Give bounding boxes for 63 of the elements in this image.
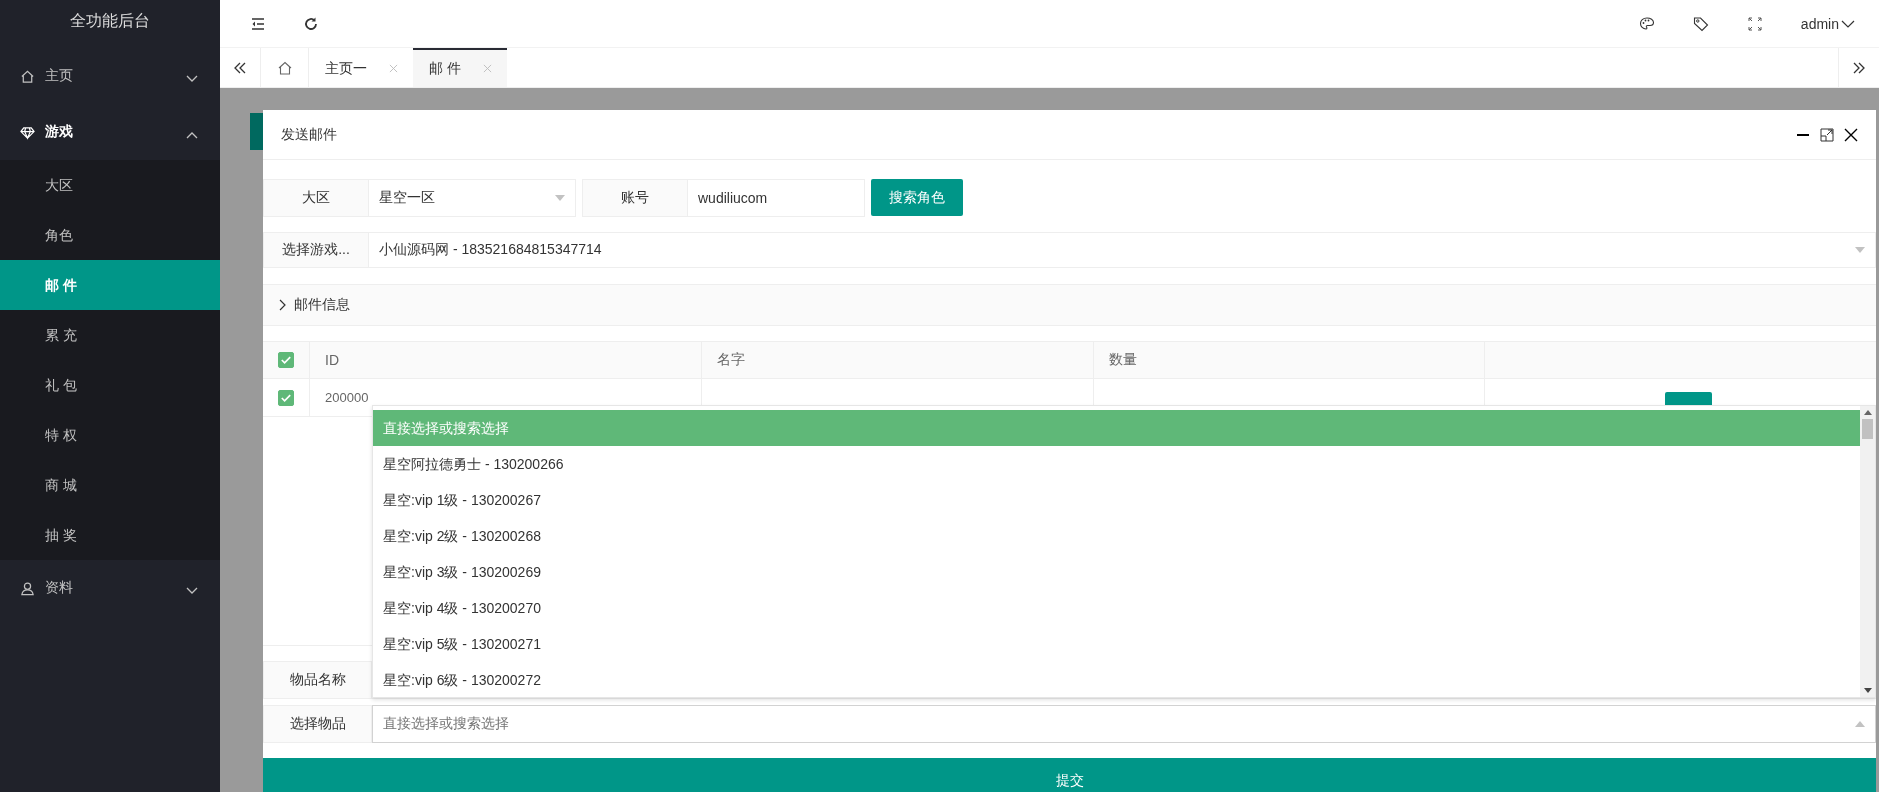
search-role-button[interactable]: 搜索角色 [871,179,963,216]
submenu-item[interactable]: 特 权 [0,410,220,460]
menu-label: 主页 [45,67,74,85]
home-icon [20,68,35,84]
caret-up-icon [1855,721,1865,727]
column-header: 数量 [1093,342,1486,378]
submenu-item[interactable]: 礼 包 [0,360,220,410]
menu-item[interactable]: 主页 [0,48,220,104]
submenu-item[interactable]: 大区 [0,160,220,210]
menu-label: 游戏 [45,123,74,141]
submenu-item[interactable]: 累 充 [0,310,220,360]
menu-item[interactable]: 游戏 [0,104,220,160]
row-checkbox[interactable] [278,389,294,406]
row-action-button[interactable] [1664,392,1712,406]
field-label: 账号 [582,179,688,217]
page-tab[interactable]: 主页一 [309,48,413,87]
item-select[interactable]: 直接选择或搜索选择 [372,705,1876,743]
caret-down-icon [555,195,565,201]
select-all-checkbox[interactable] [278,352,294,368]
scrollbar[interactable] [1860,406,1875,697]
field-label: 物品名称 [263,661,372,699]
submenu-item[interactable]: 抽 奖 [0,510,220,560]
close-icon[interactable] [1844,127,1858,142]
user-icon [20,580,35,596]
submenu-item[interactable]: 角色 [0,210,220,260]
submenu-item[interactable]: 商 城 [0,460,220,510]
field-label: 大区 [263,179,369,217]
column-header: 名字 [701,342,1094,378]
dropdown-option[interactable]: 星空:vip 1级 - 130200267 [373,482,1860,518]
menu-label: 资料 [45,579,74,597]
region-select[interactable]: 星空一区 [369,179,576,217]
dropdown-option[interactable]: 星空:vip 4级 - 130200270 [373,590,1860,626]
page-tab[interactable]: 邮 件 [413,48,507,87]
home-icon [276,59,293,76]
submenu-item[interactable]: 邮 件 [0,260,220,310]
app-logo-title: 全功能后台 [69,11,151,31]
scrollbar-thumb[interactable] [1862,419,1873,439]
collapse-header[interactable]: 邮件信息 [263,284,1876,326]
fullscreen-icon[interactable] [1746,15,1763,32]
submit-button[interactable]: 提交 [263,758,1876,792]
refresh-icon[interactable] [303,15,319,32]
caret-down-icon [1855,247,1865,253]
account-input[interactable]: wudiliucom [688,179,865,217]
maximize-icon[interactable] [1820,127,1834,142]
dropdown-option[interactable]: 星空阿拉德勇士 - 130200266 [373,446,1860,482]
dropdown-option[interactable]: 星空:vip 5级 - 130200271 [373,626,1860,662]
scroll-up-icon[interactable] [1863,410,1872,415]
field-label: 选择游戏... [263,232,369,268]
diamond-icon [20,124,35,140]
dropdown-option[interactable]: 星空:vip 3级 - 130200269 [373,554,1860,590]
column-header: ID [310,342,702,378]
menu-item[interactable]: 资料 [0,560,220,616]
dialog-title: 发送邮件 [281,125,337,144]
tag-icon[interactable] [1692,15,1709,32]
dropdown-option[interactable]: 星空:vip 2级 - 130200268 [373,518,1860,554]
user-menu[interactable]: admin [1800,15,1855,32]
table-cell: 200000 [325,390,369,405]
scroll-down-icon[interactable] [1863,688,1872,693]
menu-collapse-icon[interactable] [250,15,266,32]
role-select[interactable]: 小仙源码网 - 183521684815347714 [369,232,1876,268]
chevron-down-icon [1841,19,1855,28]
palette-icon[interactable] [1638,15,1655,32]
field-label: 选择物品 [263,705,372,743]
